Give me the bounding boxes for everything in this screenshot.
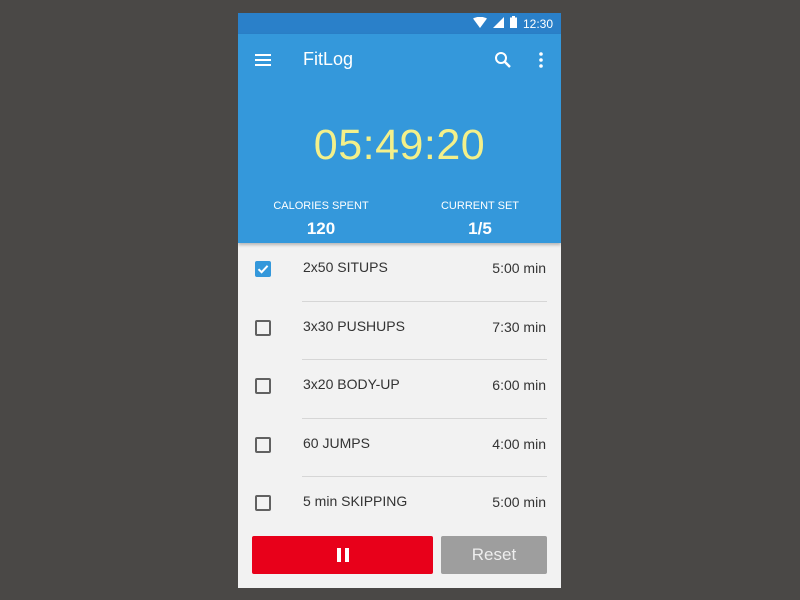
current-set-stat: CURRENT SET 1/5 [405,200,555,239]
exercise-name: 60 JUMPS [303,434,370,451]
exercise-duration: 4:00 min [492,435,546,452]
signal-icon [492,16,504,31]
exercise-duration: 7:30 min [492,318,546,335]
workout-timer: 05:49:20 [313,121,486,169]
pause-button[interactable] [252,536,433,574]
exercise-checkbox[interactable] [255,378,271,394]
status-time: 12:30 [522,16,553,31]
exercise-name: 3x20 BODY-UP [303,376,400,392]
exercise-checkbox[interactable] [255,319,271,336]
battery-icon [509,16,517,31]
exercise-name: 3x30 PUSHUPS [303,317,405,334]
calories-label: CALORIES SPENT [273,200,369,212]
workout-header: FitLog 05:49:20 CALORIES SPENT 120 CURRE… [238,34,561,243]
exercise-name: 5 min SKIPPING [303,493,408,509]
reset-button[interactable]: Reset [441,536,547,574]
exercise-list: 2x50 SITUPS 5:00 min 3x30 PUSHUPS 7:30 m… [238,243,561,536]
pause-icon [336,548,349,562]
calories-value: 120 [306,219,336,238]
app-title: FitLog [303,49,354,69]
more-vert-icon[interactable] [531,50,551,70]
exercise-name: 2x50 SITUPS [303,259,388,275]
current-set-label: CURRENT SET [440,200,520,212]
exercise-row[interactable]: 3x20 BODY-UP 6:00 min [238,360,561,419]
calories-stat: CALORIES SPENT 120 [246,200,396,239]
exercise-row[interactable]: 2x50 SITUPS 5:00 min [238,243,561,302]
toolbar: FitLog [238,34,561,86]
check-icon [257,265,269,274]
exercise-checkbox[interactable] [255,495,271,511]
exercise-duration: 5:00 min [492,260,546,276]
phone-screen: 12:30 FitLog 05:49:20 CALORIES SPENT 120… [238,13,561,588]
exercise-checkbox[interactable] [255,436,271,453]
exercise-duration: 6:00 min [492,377,546,393]
exercise-checkbox[interactable] [255,261,271,277]
exercise-row[interactable]: 3x30 PUSHUPS 7:30 min [238,302,561,360]
wifi-icon [472,16,487,31]
current-set-value: 1/5 [468,219,492,238]
search-icon[interactable] [493,50,513,70]
exercise-row[interactable]: 60 JUMPS 4:00 min [238,419,561,477]
exercise-row[interactable]: 5 min SKIPPING 5:00 min [238,477,561,536]
menu-icon[interactable] [253,50,273,70]
status-bar: 12:30 [238,13,561,34]
exercise-duration: 5:00 min [492,494,546,510]
